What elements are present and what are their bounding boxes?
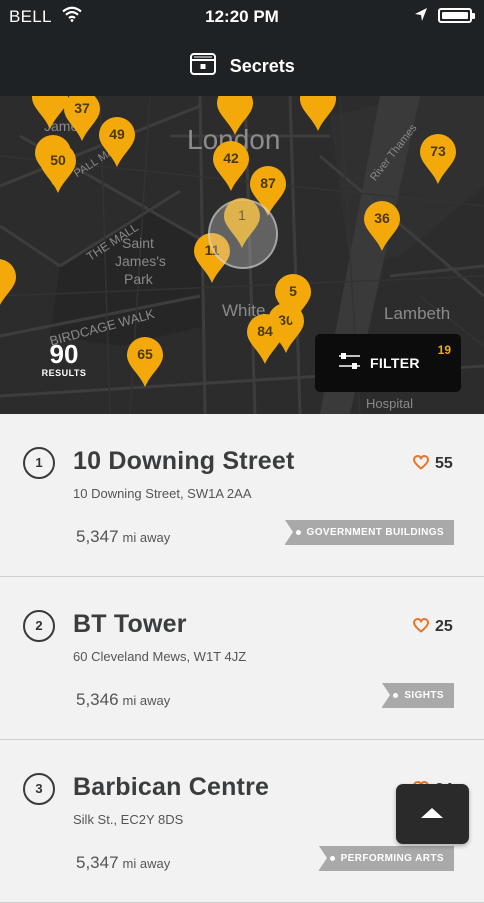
place-name: BT Tower [73, 610, 187, 638]
map-label-park-2: James's [115, 253, 166, 269]
map-pin[interactable]: 49 [97, 116, 137, 168]
map-pin-label: 60 [215, 96, 255, 98]
likes[interactable]: 55 [412, 454, 453, 473]
category-tag-label: GOVERNMENT BUILDINGS [306, 527, 444, 538]
map-pin-label: 50 [50, 152, 66, 168]
map-pin[interactable]: 60 [215, 96, 255, 136]
map-pin-label: 84 [257, 323, 273, 339]
place-name: 10 Downing Street [73, 447, 295, 475]
map-label-lambeth: Lambeth [384, 304, 451, 323]
map-pin[interactable]: 50 [38, 142, 78, 194]
map-pin[interactable] [298, 96, 338, 132]
heart-icon [412, 617, 430, 633]
distance-value: 5,347 [76, 853, 119, 872]
distance-value: 5,347 [76, 527, 119, 546]
distance: 5,347 mi away [76, 853, 170, 873]
map-view[interactable]: London James PALL MALL THE MALL Saint Ja… [0, 96, 484, 414]
distance-unit: mi away [122, 856, 171, 871]
likes-count: 25 [435, 618, 453, 635]
map-pin[interactable]: 36 [362, 200, 402, 252]
place-address: 60 Cleveland Mews, W1T 4JZ [73, 649, 247, 664]
distance: 5,347 mi away [76, 527, 170, 547]
heart-icon [412, 454, 430, 470]
map-pin-selected[interactable]: 1 [222, 197, 262, 249]
results-number: 90 [49, 339, 79, 369]
results-label: RESULTS [41, 368, 87, 378]
arrow-up-icon [421, 808, 443, 818]
likes-count: 55 [435, 455, 453, 472]
nav-bar: Secrets [0, 34, 484, 96]
filter-label: FILTER [370, 355, 420, 371]
map-pin-label: 87 [260, 175, 276, 191]
box-icon [189, 52, 217, 81]
rank-badge: 3 [23, 773, 55, 805]
clock: 12:20 PM [205, 7, 279, 26]
filter-button[interactable]: FILTER 19 [315, 334, 461, 392]
map-label-hospital: Hospital [366, 396, 413, 411]
filter-count-badge: 19 [437, 343, 451, 357]
sliders-icon [338, 352, 362, 377]
category-tag[interactable]: GOVERNMENT BUILDINGS [284, 520, 454, 545]
results-count: 90 RESULTS [40, 340, 88, 378]
place-address: Silk St., EC2Y 8DS [73, 812, 184, 827]
map-label-park-3: Park [124, 271, 153, 287]
status-bar: BELL 12:20 PM [0, 0, 484, 34]
map-pin[interactable]: 73 [418, 133, 458, 185]
map-pin-label: 36 [374, 210, 390, 226]
map-pin[interactable]: 84 [245, 313, 285, 365]
list-item[interactable]: 2 BT Tower 60 Cleveland Mews, W1T 4JZ 25… [0, 577, 484, 740]
rank-badge: 2 [23, 610, 55, 642]
distance-unit: mi away [122, 530, 171, 545]
list-item[interactable]: 1 10 Downing Street 10 Downing Street, S… [0, 414, 484, 577]
map-pin-label: 73 [430, 143, 446, 159]
map-pin[interactable]: 42 [211, 140, 251, 192]
map-pin-label: 37 [74, 100, 90, 116]
map-pin[interactable]: 65 [125, 336, 165, 388]
battery-icon [438, 8, 475, 23]
map-pin-label: 42 [223, 150, 239, 166]
place-name: Barbican Centre [73, 773, 270, 801]
scroll-to-top-button[interactable] [396, 784, 469, 844]
map-pin-label: 5 [289, 283, 297, 299]
map-pin-label: 49 [109, 126, 125, 142]
category-tag-label: SIGHTS [404, 690, 444, 701]
distance-unit: mi away [122, 693, 171, 708]
map-pin[interactable] [0, 258, 18, 310]
map-pin-label: 65 [137, 346, 153, 362]
page-title: Secrets [229, 56, 295, 76]
rank-badge: 1 [23, 447, 55, 479]
likes[interactable]: 25 [412, 617, 453, 636]
map-pin-label: 1 [238, 207, 246, 223]
map-label-park-1: Saint [122, 235, 154, 251]
distance-value: 5,346 [76, 690, 119, 709]
place-address: 10 Downing Street, SW1A 2AA [73, 486, 252, 501]
distance: 5,346 mi away [76, 690, 170, 710]
location-arrow-icon [414, 7, 428, 28]
category-tag[interactable]: SIGHTS [382, 683, 454, 708]
